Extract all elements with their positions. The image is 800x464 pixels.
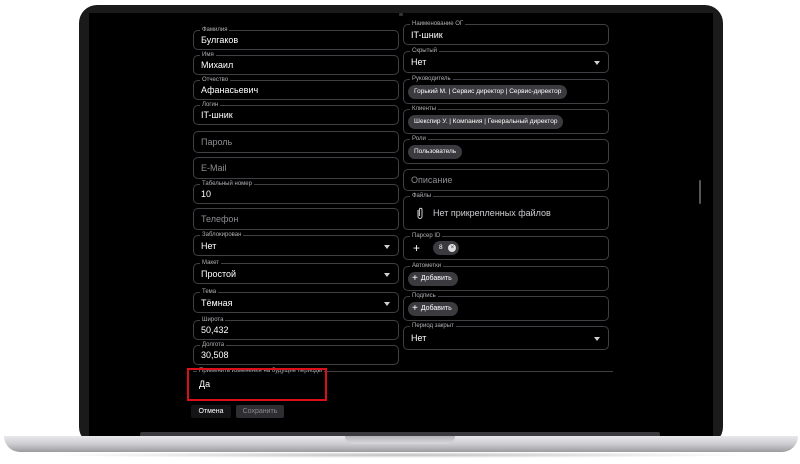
login-field[interactable]: Логин IT-шник [193, 101, 399, 125]
email-field[interactable]: E-Mail [193, 157, 399, 179]
hidden-select[interactable]: Скрытый Нет [403, 47, 609, 73]
employee-number-label: Табельный номер [200, 180, 254, 188]
automarks-field[interactable]: Автометки + Добавить [403, 262, 609, 291]
last-name-label: Фамилия [200, 26, 230, 34]
description-placeholder: Описание [411, 175, 453, 185]
highlight-box [187, 368, 327, 401]
patronymic-label: Отчество [200, 76, 231, 84]
longitude-label: Долгота [200, 341, 227, 349]
manager-label: Руководитель [410, 75, 453, 83]
first-name-value: Михаил [201, 60, 234, 70]
parser-id-label: Парсер ID [410, 232, 443, 240]
camera-notch [399, 13, 403, 16]
clients-label: Клиенты [410, 105, 439, 113]
first-name-label: Имя [200, 51, 216, 59]
layout-label: Макет [200, 259, 221, 267]
unit-value: IT-шник [411, 29, 443, 40]
layout-select[interactable]: Макет Простой [193, 259, 399, 284]
chevron-down-icon[interactable] [594, 337, 600, 341]
theme-label: Тема [200, 288, 219, 296]
cancel-button[interactable]: Отмена [191, 405, 231, 418]
signature-label: Подпись [410, 292, 438, 300]
hidden-label: Скрытый [410, 47, 440, 55]
scrollbar-thumb[interactable] [699, 180, 701, 204]
client-chip[interactable]: Шекспир У. | Компания | Генеральный дире… [408, 114, 564, 129]
files-label: Файлы [410, 192, 434, 200]
theme-value: Тёмная [201, 297, 233, 308]
last-name-value: Булгаков [201, 35, 239, 45]
period-closed-value: Нет [411, 333, 427, 343]
parser-id-chip[interactable]: 8 × [433, 241, 460, 255]
role-chip[interactable]: Пользователь [408, 144, 463, 159]
period-closed-select[interactable]: Период закрыт Нет [403, 322, 609, 350]
period-closed-label: Период закрыт [410, 322, 456, 330]
roles-field[interactable]: Роли Пользователь [403, 135, 609, 164]
login-label: Логин [200, 101, 221, 109]
blocked-select[interactable]: Заблокирован Нет [193, 231, 399, 256]
add-signature-button[interactable]: + Добавить [408, 301, 458, 316]
clients-field[interactable]: Клиенты Шекспир У. | Компания | Генераль… [403, 105, 609, 134]
chevron-down-icon[interactable] [384, 244, 390, 249]
manager-chip[interactable]: Горький М. | Сервис директор | Сервис-ди… [408, 84, 568, 99]
phone-placeholder: Телефон [201, 214, 239, 224]
unit-label: Наименование ОГ [410, 20, 466, 28]
password-placeholder: Пароль [201, 137, 233, 147]
files-empty-text: Нет прикрепленных файлов [433, 208, 551, 218]
add-automark-button[interactable]: + Добавить [408, 271, 458, 286]
patronymic-field[interactable]: Отчество Афанасьевич [193, 76, 399, 100]
files-field[interactable]: Файлы Нет прикрепленных файлов [403, 192, 609, 230]
chevron-down-icon[interactable] [594, 61, 600, 65]
add-automark-label: Добавить [420, 274, 452, 282]
theme-select[interactable]: Тема Тёмная [193, 288, 399, 313]
latitude-field[interactable]: Широта 50,432 [193, 316, 399, 340]
base-shadow [40, 452, 760, 458]
base-notch [345, 436, 455, 444]
patronymic-value: Афанасьевич [201, 85, 259, 95]
parser-id-field[interactable]: Парсер ID + 8 × [403, 232, 609, 260]
plus-icon: + [412, 272, 418, 284]
close-circle-icon[interactable]: × [448, 244, 457, 252]
roles-label: Роли [410, 135, 428, 143]
chevron-down-icon[interactable] [384, 301, 390, 306]
login-value: IT-шник [201, 110, 233, 120]
paperclip-icon[interactable] [416, 207, 424, 225]
layout-value: Простой [201, 268, 237, 279]
parser-id-value: 8 [439, 244, 443, 251]
last-name-field[interactable]: Фамилия Булгаков [193, 26, 399, 50]
chevron-down-icon[interactable] [384, 272, 390, 277]
save-button[interactable]: Сохранить [236, 405, 284, 418]
latitude-value: 50,432 [201, 325, 229, 335]
longitude-value: 30,508 [201, 350, 229, 360]
blocked-value: Нет [201, 240, 217, 251]
description-field[interactable]: Описание [403, 169, 609, 191]
employee-number-field[interactable]: Табельный номер 10 [193, 180, 399, 204]
plus-icon: + [412, 302, 418, 314]
latitude-label: Широта [200, 316, 226, 324]
first-name-field[interactable]: Имя Михаил [193, 51, 399, 75]
blocked-label: Заблокирован [200, 231, 244, 239]
signature-field[interactable]: Подпись + Добавить [403, 292, 609, 321]
hidden-value: Нет [411, 57, 427, 67]
automarks-label: Автометки [410, 262, 444, 270]
password-field[interactable]: Пароль [193, 131, 399, 153]
manager-field[interactable]: Руководитель Горький М. | Сервис директо… [403, 75, 609, 104]
unit-field[interactable]: Наименование ОГ IT-шник [403, 20, 609, 45]
add-signature-label: Добавить [420, 304, 452, 312]
email-placeholder: E-Mail [201, 163, 227, 173]
employee-number-value: 10 [201, 189, 212, 199]
phone-field[interactable]: Телефон [193, 208, 399, 230]
plus-icon[interactable]: + [413, 242, 420, 254]
longitude-field[interactable]: Долгота 30,508 [193, 341, 399, 365]
